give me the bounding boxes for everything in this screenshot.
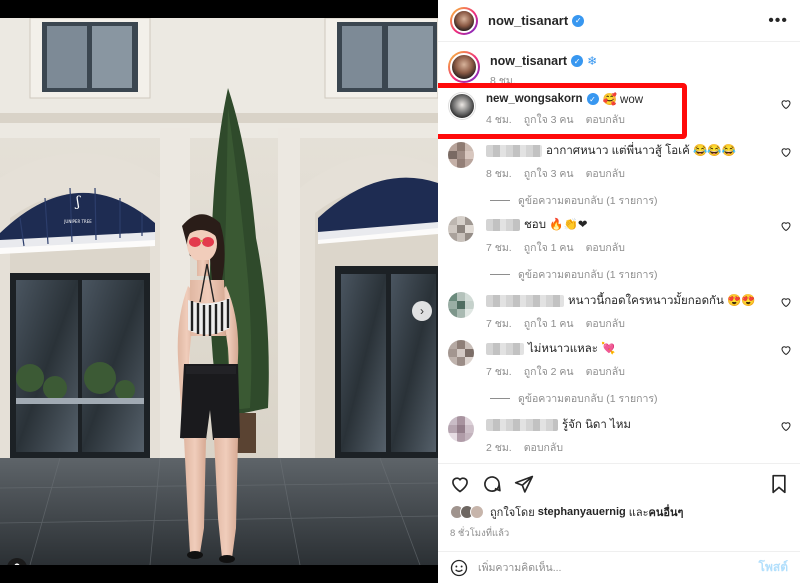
comment-text: 🥰 wow: [602, 94, 644, 106]
view-replies-label: ดูข้อความตอบกลับ (1 รายการ): [518, 194, 658, 207]
comment-avatar[interactable]: [448, 216, 474, 242]
photo-scene: ʃ JUNIPER TREE: [0, 18, 438, 565]
comment-item: ชอบ 🔥👏❤ 7 ชม. ถูกใจ 1 คน ตอบกลับ: [438, 216, 800, 264]
comment-item: อากาศหนาว แต่พี่นาวสู้ โอเค้ 😂😂😂 8 ชม. ถ…: [438, 142, 800, 190]
liker-avatars[interactable]: [450, 505, 484, 519]
author-avatar[interactable]: [450, 6, 478, 35]
comment-icon[interactable]: [482, 474, 502, 494]
comment-time: 7 ชม.: [486, 242, 512, 254]
emoji-icon[interactable]: [450, 559, 468, 577]
author-username[interactable]: now_tisanart: [488, 13, 568, 28]
comment-item: ไม่หนาวแหละ 💘 7 ชม. ถูกใจ 2 คน ตอบกลับ: [438, 340, 800, 388]
comment-likes[interactable]: ถูกใจ 3 คน: [524, 165, 574, 182]
heart-icon[interactable]: [780, 98, 792, 110]
add-comment-bar: เพิ่มความคิดเห็น... โพสต์: [438, 551, 800, 583]
comment-likes[interactable]: ถูกใจ 2 คน: [524, 363, 574, 380]
post-photo[interactable]: ʃ JUNIPER TREE ›: [0, 18, 438, 565]
post-comment-button[interactable]: โพสต์: [759, 558, 788, 577]
comment-time: 8 ชม.: [486, 168, 512, 180]
heart-icon[interactable]: [780, 220, 792, 232]
comment-item: new_wongsakorn ✓ 🥰 wow 4 ชม. ถูกใจ 3 คน …: [438, 83, 800, 142]
comment-username-redacted: [486, 295, 564, 307]
comment-username-redacted: [486, 419, 558, 431]
liked-by: ถูกใจโดย stephanyauernig และ คนอื่นๆ: [450, 503, 683, 521]
view-replies-label: ดูข้อความตอบกลับ (1 รายการ): [518, 392, 658, 405]
reply-button[interactable]: ตอบกลับ: [586, 315, 625, 332]
comment-username-redacted: [486, 145, 542, 157]
comment-likes[interactable]: ถูกใจ 1 คน: [524, 239, 574, 256]
comment-text: ชอบ 🔥👏❤: [524, 219, 588, 231]
liked-by-user[interactable]: stephanyauernig: [538, 506, 626, 518]
comment-time: 4 ชม.: [486, 114, 512, 126]
reply-button[interactable]: ตอบกลับ: [586, 165, 625, 182]
post-actions: [438, 463, 800, 503]
liked-by-prefix: ถูกใจโดย: [490, 507, 535, 519]
verified-badge-icon: ✓: [572, 14, 585, 27]
comment-text: รู้จัก นิดา ไหม: [562, 419, 631, 431]
comment-username-redacted: [486, 219, 520, 231]
comment-input[interactable]: เพิ่มความคิดเห็น...: [478, 559, 759, 576]
caption-username[interactable]: now_tisanart: [490, 54, 567, 68]
post-header: now_tisanart ✓ •••: [438, 0, 800, 42]
instagram-post-modal: ʃ JUNIPER TREE › now_tisanart ✓ ••• now_…: [0, 0, 800, 583]
liked-by-and: และ: [628, 507, 649, 519]
comment-text: อากาศหนาว แต่พี่นาวสู้ โอเค้ 😂😂😂: [546, 145, 736, 157]
verified-badge-icon: ✓: [571, 55, 584, 67]
comment-avatar[interactable]: [448, 416, 474, 442]
comment-item: หนาวนี้กอดใครหนาวมั้ยกอดกัน 😍😍 7 ชม. ถูก…: [438, 292, 800, 340]
heart-icon[interactable]: [450, 474, 470, 494]
post-age: 8 ชั่วโมงที่แล้ว: [450, 528, 510, 539]
bookmark-icon[interactable]: [770, 474, 788, 494]
liked-by-others[interactable]: คนอื่นๆ: [649, 503, 684, 521]
heart-icon[interactable]: [780, 344, 792, 356]
verified-badge-icon: ✓: [586, 93, 599, 105]
chevron-right-icon: ›: [420, 304, 424, 318]
comment-time: 2 ชม.: [486, 442, 512, 454]
view-replies-button[interactable]: ดูข้อความตอบกลับ (1 รายการ): [490, 190, 800, 210]
more-options-icon[interactable]: •••: [768, 12, 788, 30]
caption-avatar[interactable]: [448, 51, 480, 83]
caption: now_tisanart ✓ ❄ 8 ชม.: [438, 43, 800, 90]
reply-button[interactable]: ตอบกลับ: [586, 239, 625, 256]
comment-avatar[interactable]: [448, 340, 474, 366]
comment-username-redacted: [486, 343, 524, 355]
user-tag-icon: [14, 563, 20, 565]
comment-avatar[interactable]: [448, 292, 474, 318]
share-icon[interactable]: [514, 474, 534, 494]
comments-list[interactable]: now_tisanart ✓ ❄ 8 ชม. new_wongsakorn ✓ …: [438, 43, 800, 463]
comment-avatar[interactable]: [448, 142, 474, 168]
heart-icon[interactable]: [780, 296, 792, 308]
view-replies-button[interactable]: ดูข้อความตอบกลับ (1 รายการ): [490, 388, 800, 408]
reply-button[interactable]: ตอบกลับ: [586, 111, 625, 128]
comment-text: ไม่หนาวแหละ 💘: [528, 343, 616, 355]
post-side-panel: now_tisanart ✓ ••• now_tisanart ✓ ❄ 8 ชม…: [438, 0, 800, 583]
comment-item: รู้จัก นิดา ไหม 2 ชม. ตอบกลับ: [438, 416, 800, 463]
caption-text: ❄: [587, 54, 598, 68]
caption-time: 8 ชม.: [490, 75, 516, 87]
reply-button[interactable]: ตอบกลับ: [586, 363, 625, 380]
comment-avatar[interactable]: [448, 92, 476, 120]
comment-text: หนาวนี้กอดใครหนาวมั้ยกอดกัน 😍😍: [568, 295, 756, 307]
heart-icon[interactable]: [780, 146, 792, 158]
view-replies-button[interactable]: ดูข้อความตอบกลับ (1 รายการ): [490, 264, 800, 284]
comment-likes[interactable]: ถูกใจ 3 คน: [524, 111, 574, 128]
svg-text:JUNIPER TREE: JUNIPER TREE: [63, 219, 92, 224]
comment-username[interactable]: new_wongsakorn: [486, 93, 583, 105]
reply-button[interactable]: ตอบกลับ: [524, 439, 563, 456]
view-replies-label: ดูข้อความตอบกลับ (1 รายการ): [518, 268, 658, 281]
comment-likes[interactable]: ถูกใจ 1 คน: [524, 315, 574, 332]
comment-time: 7 ชม.: [486, 318, 512, 330]
comment-time: 7 ชม.: [486, 366, 512, 378]
carousel-next-button[interactable]: ›: [412, 301, 432, 321]
heart-icon[interactable]: [780, 420, 792, 432]
